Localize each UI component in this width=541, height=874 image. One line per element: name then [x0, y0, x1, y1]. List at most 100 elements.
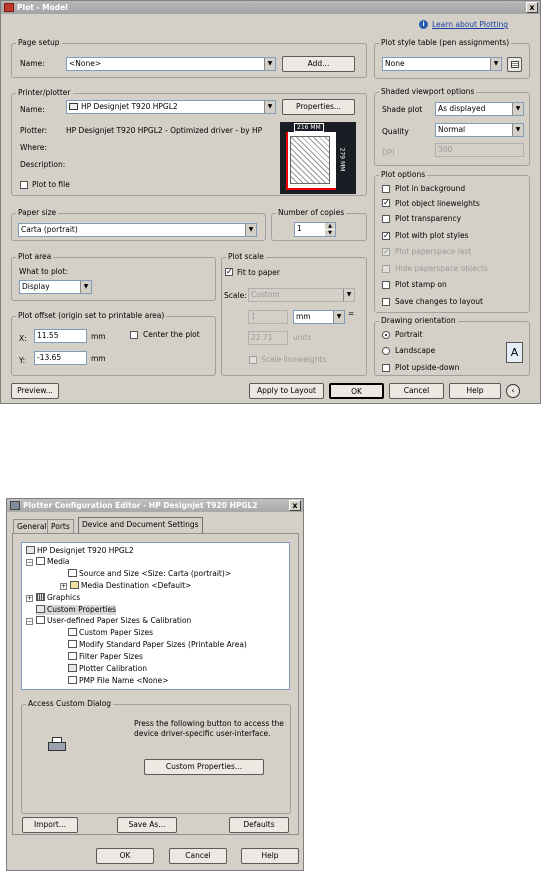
scale-value: Custom — [251, 290, 280, 299]
save-changes-to-layout-checkbox[interactable] — [382, 298, 390, 306]
config-dialog-titlebar: Plotter Configuration Editor - HP Design… — [7, 499, 303, 512]
cancel-button[interactable]: Cancel — [389, 383, 444, 399]
help-button[interactable]: Help — [241, 848, 299, 864]
quality-value: Normal — [438, 125, 466, 134]
scale-units-field[interactable]: 22.71 — [248, 331, 288, 345]
dpi-field[interactable]: 300 — [435, 143, 524, 157]
tree-node-user-defined[interactable]: User-defined Paper Sizes & Calibration — [36, 616, 191, 626]
fit-to-paper-checkbox[interactable]: ✓ — [225, 268, 233, 276]
scale-unit-dropdown[interactable]: mm ▼ — [293, 310, 345, 324]
offset-x-field[interactable]: 11.55 — [34, 329, 87, 343]
ok-button[interactable]: OK — [329, 383, 384, 399]
offset-y-field[interactable]: -13.65 — [34, 351, 87, 365]
hide-paperspace-objects-checkbox[interactable] — [382, 265, 390, 273]
plot-stamp-on-checkbox[interactable] — [382, 281, 390, 289]
import-button[interactable]: Import... — [22, 817, 78, 833]
ok-button[interactable]: OK — [96, 848, 154, 864]
tree-node-filter-paper-sizes[interactable]: Filter Paper Sizes — [68, 652, 143, 662]
paper-size-dropdown[interactable]: Carta (portrait) ▼ — [18, 223, 257, 237]
what-to-plot-dropdown[interactable]: Display ▼ — [19, 280, 92, 294]
plot-dialog-title: Plot - Model — [17, 3, 68, 12]
collapse-options-icon[interactable]: ‹ — [506, 384, 520, 398]
collapse-user-defined-icon[interactable]: − — [26, 618, 33, 625]
quality-dropdown[interactable]: Normal ▼ — [435, 123, 524, 137]
plot-in-background-checkbox[interactable] — [382, 185, 390, 193]
tree-node-graphics[interactable]: Graphics — [36, 593, 80, 603]
scale-lineweights-checkbox[interactable] — [249, 356, 257, 364]
landscape-radio[interactable] — [382, 347, 390, 355]
paper-margin-bottom-line — [286, 188, 336, 190]
media-icon — [36, 557, 45, 565]
tab-general[interactable]: General — [13, 519, 51, 533]
plot-style-table-dropdown[interactable]: None ▼ — [382, 57, 502, 71]
page-setup-name-dropdown[interactable]: <None> ▼ — [66, 57, 276, 71]
apply-to-layout-button[interactable]: Apply to Layout — [249, 383, 324, 399]
preview-button[interactable]: Preview... — [11, 383, 59, 399]
tree-node-filter-paper-sizes-label: Filter Paper Sizes — [79, 652, 143, 661]
tab-panel: HP Designjet T920 HPGL2 − Media Source a… — [12, 533, 299, 835]
tree-node-custom-properties[interactable]: Custom Properties — [36, 605, 117, 615]
tree-node-device[interactable]: HP Designjet T920 HPGL2 — [26, 546, 134, 556]
plot-upside-down-checkbox[interactable] — [382, 364, 390, 372]
cancel-button[interactable]: Cancel — [169, 848, 227, 864]
plot-paperspace-last-checkbox[interactable]: ✓ — [382, 248, 390, 256]
plot-options-group: Plot options Plot in background ✓ Plot o… — [374, 170, 530, 313]
scale-numerator-field[interactable]: 1 — [248, 310, 288, 324]
tree-node-media-label: Media — [47, 557, 70, 566]
plot-object-lineweights-checkbox[interactable]: ✓ — [382, 199, 390, 207]
spinner-down-icon[interactable]: ▼ — [325, 230, 335, 236]
plotter-app-icon — [10, 501, 20, 510]
plot-object-lineweights-label: Plot object lineweights — [395, 199, 480, 208]
portrait-label: Portrait — [395, 330, 423, 339]
settings-tree[interactable]: HP Designjet T920 HPGL2 − Media Source a… — [21, 542, 290, 690]
what-to-plot-value: Display — [22, 282, 50, 291]
plotter-device-icon — [48, 737, 66, 753]
close-button[interactable]: x — [526, 2, 538, 13]
shade-plot-label: Shade plot — [382, 105, 423, 114]
tree-node-custom-paper-sizes[interactable]: Custom Paper Sizes — [68, 628, 153, 638]
close-button[interactable]: x — [289, 500, 301, 511]
printer-properties-button[interactable]: Properties... — [282, 99, 355, 115]
center-plot-checkbox[interactable] — [130, 331, 138, 339]
plot-with-plot-styles-checkbox[interactable]: ✓ — [382, 232, 390, 240]
printer-name-dropdown[interactable]: HP Designjet T920 HPGL2 ▼ — [66, 100, 276, 114]
page-setup-group: Page setup Name: <None> ▼ Add... — [11, 38, 367, 78]
hide-paperspace-objects-label: Hide paperspace objects — [395, 264, 488, 273]
expand-graphics-icon[interactable]: + — [26, 595, 33, 602]
plot-to-file-checkbox[interactable] — [20, 181, 28, 189]
plot-paperspace-last-label: Plot paperspace last — [395, 247, 472, 256]
tree-node-pmp-file[interactable]: PMP File Name <None> — [68, 676, 168, 686]
tree-node-media-destination[interactable]: Media Destination <Default> — [70, 581, 191, 591]
autocad-app-icon — [4, 3, 14, 12]
save-as-button[interactable]: Save As... — [117, 817, 177, 833]
tree-node-plotter-calibration[interactable]: Plotter Calibration — [68, 664, 147, 674]
help-button[interactable]: Help — [449, 383, 501, 399]
custom-properties-button[interactable]: Custom Properties... — [144, 759, 264, 775]
tree-node-source-size[interactable]: Source and Size <Size: Carta (portrait)> — [68, 569, 231, 579]
spinner-up-icon[interactable]: ▲ — [325, 223, 335, 229]
landscape-label: Landscape — [395, 346, 436, 355]
expand-media-destination-icon[interactable]: + — [60, 583, 67, 590]
tree-node-modify-standard-label: Modify Standard Paper Sizes (Printable A… — [79, 640, 247, 649]
tab-device-document-settings[interactable]: Device and Document Settings — [78, 517, 203, 533]
scale-dropdown[interactable]: Custom ▼ — [248, 288, 355, 302]
copies-spinner[interactable]: 1 ▲ ▼ — [294, 222, 336, 237]
add-page-setup-button[interactable]: Add... — [282, 56, 355, 72]
printer-name-label: Name: — [20, 105, 45, 114]
portrait-radio[interactable] — [382, 331, 390, 339]
plotter-label: Plotter: — [20, 126, 48, 135]
shade-plot-dropdown[interactable]: As displayed ▼ — [435, 102, 524, 116]
collapse-media-icon[interactable]: − — [26, 559, 33, 566]
tab-ports[interactable]: Ports — [47, 519, 74, 533]
tree-node-media[interactable]: Media — [36, 557, 70, 567]
plotter-device-paper — [52, 737, 62, 743]
paper-height-label: 279 MM — [338, 147, 346, 172]
edit-style-table-button[interactable] — [507, 57, 522, 72]
learn-about-plotting-link[interactable]: Learn about Plotting — [432, 20, 508, 29]
tree-node-modify-standard[interactable]: Modify Standard Paper Sizes (Printable A… — [68, 640, 247, 650]
offset-x-label: X: — [19, 334, 27, 343]
plot-transparency-checkbox[interactable] — [382, 215, 390, 223]
plot-style-table-label: Plot style table (pen assignments) — [379, 38, 512, 47]
defaults-button[interactable]: Defaults — [229, 817, 289, 833]
config-dialog-title: Plotter Configuration Editor - HP Design… — [23, 501, 258, 510]
